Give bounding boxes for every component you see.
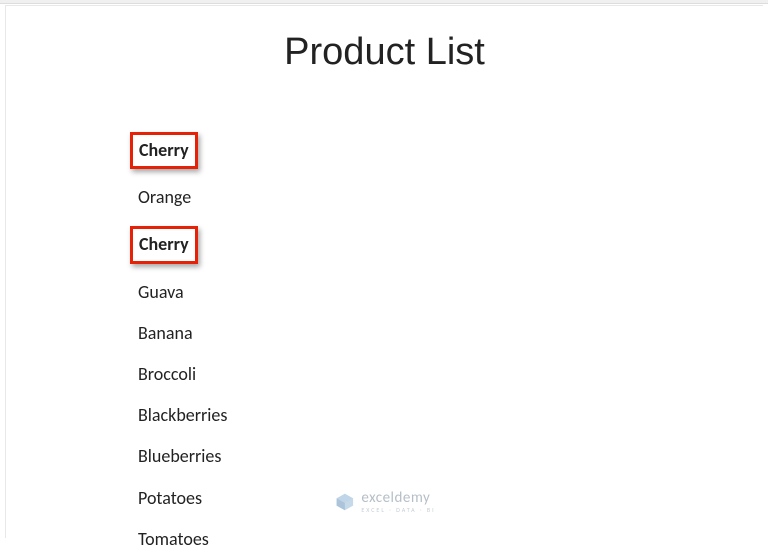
watermark: exceldemy EXCEL · DATA · BI bbox=[333, 491, 435, 513]
watermark-text: exceldemy EXCEL · DATA · BI bbox=[361, 491, 435, 513]
watermark-tagline: EXCEL · DATA · BI bbox=[361, 507, 435, 513]
watermark-brand: exceldemy bbox=[361, 491, 435, 506]
document-canvas: Product List Cherry Orange Cherry Guava … bbox=[5, 5, 763, 538]
list-item: Orange bbox=[134, 177, 723, 218]
list-item: Tomatoes bbox=[134, 519, 723, 560]
ribbon-edge bbox=[0, 0, 768, 4]
list-item: Banana bbox=[134, 313, 723, 354]
list-item: Guava bbox=[134, 272, 723, 313]
highlighted-match: Cherry bbox=[130, 132, 198, 169]
list-item: Cherry bbox=[134, 124, 723, 177]
list-item: Cherry bbox=[134, 218, 723, 271]
list-item: Broccoli bbox=[134, 354, 723, 395]
list-item: Blackberries bbox=[134, 395, 723, 436]
document-title: Product List bbox=[46, 31, 723, 74]
highlighted-match: Cherry bbox=[130, 226, 198, 263]
exceldemy-logo-icon bbox=[333, 491, 355, 513]
list-item: Blueberries bbox=[134, 436, 723, 477]
